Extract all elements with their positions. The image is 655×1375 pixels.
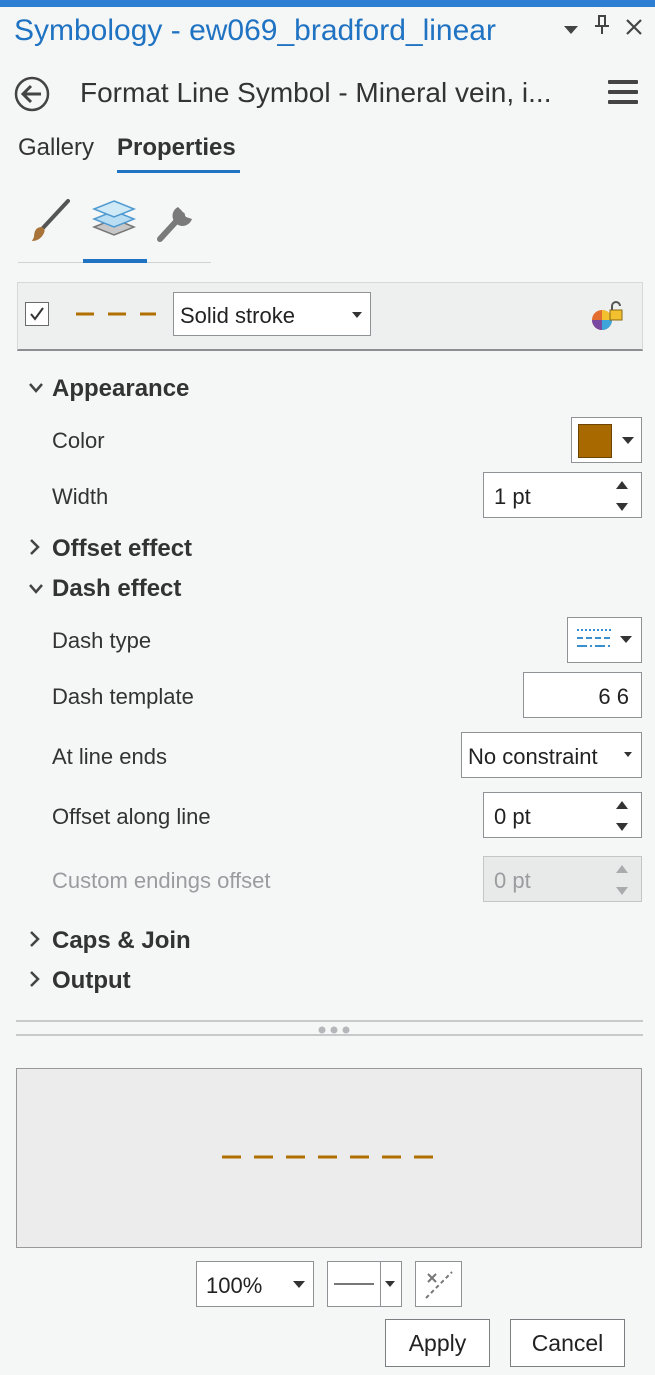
stepper-arrows-icon bbox=[616, 865, 628, 895]
chevron-down-icon[interactable] bbox=[28, 579, 44, 602]
custom-endings-offset-stepper: 0 pt bbox=[483, 856, 642, 902]
apply-button[interactable]: Apply bbox=[385, 1319, 490, 1367]
chevron-down-icon bbox=[620, 636, 632, 643]
pane-title: Symbology - ew069_bradford_linear bbox=[14, 14, 496, 47]
hamburger-menu-icon[interactable] bbox=[608, 80, 638, 106]
dash-pattern-icon bbox=[577, 629, 611, 647]
line-ends-dropdown[interactable]: No constraint bbox=[461, 732, 642, 778]
splitter-grip-icon[interactable] bbox=[316, 1022, 352, 1034]
pin-icon[interactable] bbox=[593, 14, 611, 43]
chevron-down-icon[interactable] bbox=[28, 378, 44, 401]
zoom-dropdown[interactable]: 100% bbox=[196, 1261, 314, 1307]
stepper-arrows-icon[interactable] bbox=[614, 799, 630, 833]
dash-template-label: Dash template bbox=[52, 684, 194, 709]
color-label: Color bbox=[52, 428, 105, 453]
chevron-right-icon[interactable] bbox=[28, 970, 42, 994]
selected-tool-indicator bbox=[83, 259, 147, 263]
close-icon[interactable] bbox=[624, 16, 644, 44]
pane-options-icon[interactable] bbox=[562, 16, 580, 44]
section-dash-effect[interactable]: Dash effect bbox=[52, 575, 181, 603]
dash-template-input[interactable]: 6 6 bbox=[523, 672, 642, 718]
width-label: Width bbox=[52, 484, 109, 509]
color-lock-icon[interactable] bbox=[590, 300, 626, 332]
line-ends-label: At line ends bbox=[52, 744, 167, 769]
chevron-down-icon bbox=[385, 1281, 395, 1287]
section-output[interactable]: Output bbox=[52, 967, 131, 995]
preview-toggle-button[interactable] bbox=[415, 1261, 462, 1307]
no-preview-icon bbox=[425, 1271, 453, 1299]
stepper-arrows-icon[interactable] bbox=[614, 479, 630, 513]
section-offset-effect[interactable]: Offset effect bbox=[52, 535, 192, 563]
chevron-right-icon[interactable] bbox=[28, 538, 42, 562]
window-top-accent bbox=[0, 0, 655, 7]
chevron-down-icon bbox=[624, 752, 632, 757]
symbol-title: Format Line Symbol - Mineral vein, i... bbox=[80, 77, 552, 108]
chevron-down-icon bbox=[293, 1281, 305, 1288]
offset-along-line-label: Offset along line bbox=[52, 804, 211, 829]
preview-background-dropdown[interactable] bbox=[327, 1261, 402, 1307]
zoom-value: 100% bbox=[206, 1273, 263, 1298]
symbol-preview bbox=[16, 1068, 642, 1248]
chevron-down-icon bbox=[352, 312, 362, 318]
section-caps-join[interactable]: Caps & Join bbox=[52, 927, 191, 955]
width-value: 1 pt bbox=[494, 484, 531, 509]
dash-type-label: Dash type bbox=[52, 628, 152, 653]
layer-visible-checkbox[interactable] bbox=[25, 302, 49, 326]
chevron-right-icon[interactable] bbox=[28, 930, 42, 954]
stroke-type-dropdown[interactable]: Solid stroke bbox=[173, 292, 371, 336]
chevron-down-icon bbox=[622, 437, 634, 444]
tab-gallery[interactable]: Gallery bbox=[18, 134, 94, 162]
paintbrush-icon[interactable] bbox=[26, 197, 74, 245]
wrench-icon[interactable] bbox=[152, 197, 200, 245]
custom-endings-offset-label: Custom endings offset bbox=[52, 868, 271, 893]
dropdown-divider bbox=[380, 1262, 381, 1306]
width-stepper[interactable]: 1 pt bbox=[483, 472, 642, 518]
preview-dashed-line bbox=[222, 1155, 434, 1159]
offset-along-line-stepper[interactable]: 0 pt bbox=[483, 792, 642, 838]
section-appearance[interactable]: Appearance bbox=[52, 375, 189, 403]
dash-type-picker[interactable] bbox=[567, 617, 642, 663]
color-swatch bbox=[578, 424, 612, 458]
line-style-icon bbox=[334, 1283, 374, 1285]
active-tab-indicator bbox=[117, 170, 240, 173]
line-ends-value: No constraint bbox=[468, 744, 598, 769]
tab-properties[interactable]: Properties bbox=[117, 134, 236, 162]
cancel-button[interactable]: Cancel bbox=[510, 1319, 625, 1367]
layer-dash-swatch bbox=[74, 304, 158, 329]
stroke-type-value: Solid stroke bbox=[180, 303, 295, 328]
custom-endings-offset-value: 0 pt bbox=[494, 868, 531, 893]
offset-along-line-value: 0 pt bbox=[494, 804, 531, 829]
layers-icon[interactable] bbox=[90, 197, 138, 245]
color-picker[interactable] bbox=[571, 417, 642, 463]
dash-template-value: 6 6 bbox=[598, 684, 629, 709]
back-arrow-icon[interactable] bbox=[14, 76, 50, 112]
